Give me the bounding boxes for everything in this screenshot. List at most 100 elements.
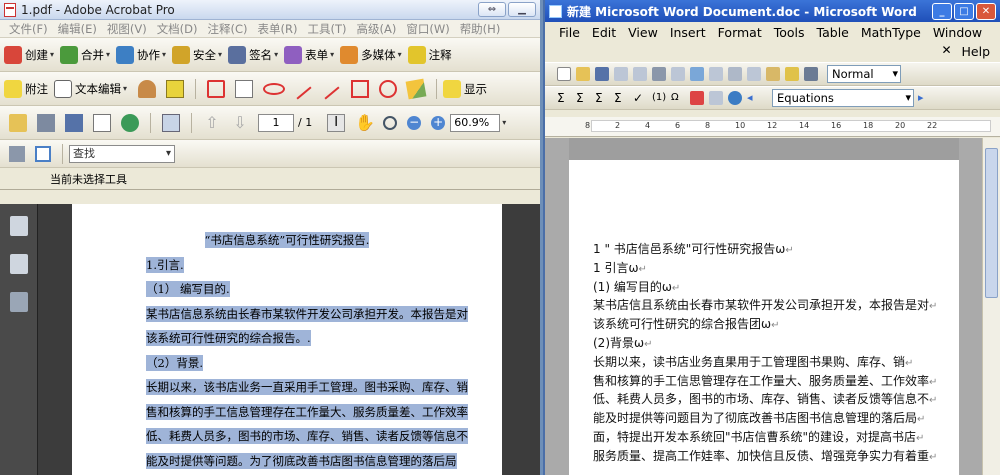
bookmarks-panel-icon[interactable] — [9, 254, 28, 274]
permission-icon[interactable] — [614, 67, 628, 81]
globe-icon[interactable] — [728, 91, 742, 105]
copy-icon[interactable] — [747, 67, 761, 81]
pdf-line[interactable]: 1.引言. — [72, 256, 502, 282]
rectangle-tool-icon[interactable] — [351, 79, 370, 98]
menu-edit[interactable]: Edit — [586, 24, 622, 43]
back-arrow-icon[interactable]: ◂ — [747, 91, 761, 105]
menu-help[interactable]: 帮助(H) — [455, 21, 506, 37]
create-button[interactable]: 创建 ▾ — [4, 45, 54, 64]
save-icon[interactable] — [595, 67, 609, 81]
zoom-level-select[interactable]: 60.9% — [450, 113, 501, 132]
menu-advanced[interactable]: 高级(A) — [352, 21, 402, 37]
paste-icon[interactable] — [766, 67, 780, 81]
minimize-button[interactable]: ▁ — [508, 2, 536, 17]
pdf-line-title[interactable]: “书店信息系统”可行性研究报告. — [72, 232, 502, 257]
select-text-icon[interactable]: I — [327, 113, 346, 132]
maximize-button[interactable]: □ — [954, 2, 974, 20]
note-button[interactable]: 附注 — [4, 79, 48, 98]
arrow-tool-icon[interactable] — [296, 85, 312, 100]
save-icon[interactable] — [65, 113, 83, 132]
scrollbar-thumb[interactable] — [985, 148, 998, 298]
zoom-tool-icon[interactable] — [383, 115, 398, 130]
menu-tools[interactable]: Tools — [768, 24, 811, 43]
pdf-line[interactable]: 能及时提供等问题。为了彻底改善书店图书信息管理的落后局 — [72, 452, 502, 475]
equation-number-icon[interactable]: (1) — [652, 91, 666, 105]
restore-arrows-icon[interactable]: ⇔ — [478, 2, 506, 17]
show-button[interactable]: 显示 — [443, 79, 487, 98]
zoom-out-icon[interactable]: − — [407, 115, 422, 130]
signatures-panel-icon[interactable] — [9, 292, 28, 312]
menu-edit[interactable]: 编辑(E) — [53, 21, 102, 37]
cut-icon[interactable] — [728, 67, 742, 81]
text-edit-button[interactable]: 文本编辑 ▾ — [54, 79, 127, 98]
attach-file-icon[interactable] — [166, 79, 185, 98]
comment-button[interactable]: 注释 — [407, 45, 452, 64]
fit-page-icon[interactable] — [35, 145, 51, 162]
previous-page-icon[interactable]: ⇧ — [203, 113, 221, 132]
menu-tools[interactable]: 工具(T) — [303, 21, 352, 37]
new-document-icon[interactable] — [557, 67, 571, 81]
pdf-line[interactable]: 该系统可行性研究的综合报告。. — [72, 330, 502, 355]
format-painter-icon[interactable] — [785, 67, 799, 81]
menu-comments[interactable]: 注释(C) — [203, 21, 253, 37]
textbox-icon[interactable] — [235, 79, 254, 98]
oval-tool-icon[interactable] — [379, 79, 398, 98]
menu-file[interactable]: 文件(F) — [4, 21, 53, 37]
pdf-line[interactable]: （2）背景. — [72, 354, 502, 380]
menu-window[interactable]: 窗口(W) — [401, 21, 454, 37]
forms-button[interactable]: 表单 ▾ — [284, 45, 334, 64]
print-icon[interactable] — [652, 67, 666, 81]
line-tool-icon[interactable] — [324, 85, 340, 100]
sigma-right-icon[interactable]: Σ — [595, 91, 609, 105]
pdf-line[interactable]: （1） 编写目的. — [72, 281, 502, 306]
menu-forms[interactable]: 表单(R) — [253, 21, 303, 37]
pdf-line[interactable]: 低、耗费人员多，图书的市场、库存、销售、读者反馈等信息不 — [72, 428, 502, 453]
pencil-icon[interactable] — [405, 78, 427, 99]
menu-insert[interactable]: Insert — [664, 24, 712, 43]
sigma-display-icon[interactable]: Σ — [614, 91, 628, 105]
menu-view[interactable]: 视图(V) — [102, 21, 152, 37]
multimedia-button[interactable]: 多媒体 ▾ — [340, 45, 402, 64]
next-page-icon[interactable]: ⇩ — [231, 113, 249, 132]
pdf-line[interactable]: 长期以来，该书店业务一直采用手工管理。图书采购、库存、销 — [72, 379, 502, 404]
menu-help[interactable]: Help — [956, 43, 997, 62]
format-equation-icon[interactable]: Ω — [671, 91, 685, 105]
convert-icon[interactable] — [709, 91, 723, 105]
print-icon-small[interactable] — [9, 145, 25, 162]
spelling-icon[interactable] — [690, 67, 704, 81]
check-icon[interactable]: ✓ — [633, 91, 647, 105]
secure-button[interactable]: 安全 ▾ — [172, 45, 222, 64]
stamp-icon[interactable] — [138, 79, 157, 98]
menu-view[interactable]: View — [622, 24, 664, 43]
toggle-tex-icon[interactable] — [690, 91, 704, 105]
sigma-left-icon[interactable]: Σ — [576, 91, 590, 105]
print-preview-icon[interactable] — [671, 67, 685, 81]
table-icon[interactable] — [804, 67, 818, 81]
style-select[interactable]: Normal — [827, 65, 901, 83]
forward-arrow-icon[interactable]: ▸ — [918, 91, 932, 105]
hand-tool-icon[interactable]: ✋ — [355, 113, 375, 132]
email-icon[interactable] — [633, 67, 647, 81]
merge-button[interactable]: 合并 ▾ — [60, 45, 110, 64]
menu-table[interactable]: Table — [811, 24, 855, 43]
page-number-input[interactable]: 1 — [258, 113, 294, 132]
cloud-icon[interactable] — [263, 82, 286, 95]
close-button[interactable]: ✕ — [976, 2, 996, 20]
pages-panel-icon[interactable] — [9, 216, 28, 236]
sigma-icon[interactable]: Σ — [557, 91, 571, 105]
sign-button[interactable]: 签名 ▾ — [228, 45, 278, 64]
zoom-in-icon[interactable]: + — [431, 115, 446, 130]
find-input[interactable]: 查找 — [69, 144, 175, 163]
research-icon[interactable] — [709, 67, 723, 81]
equations-select[interactable]: Equations — [772, 89, 914, 107]
menu-format[interactable]: Format — [712, 24, 768, 43]
collaborate-button[interactable]: 协作 ▾ — [116, 45, 166, 64]
word-page[interactable]: 1 " 书店信邑系统"可行性研究报告ω↵ 1 引言ω↵ (1) 编写目的ω↵ 某… — [569, 138, 959, 475]
document-close-icon[interactable]: ✕ — [941, 43, 955, 62]
open-icon[interactable] — [576, 67, 590, 81]
open-folder-icon[interactable] — [9, 113, 27, 132]
pdf-line[interactable]: 某书店信息系统由长春市某软件开发公司承担开发。本报告是对 — [72, 305, 502, 331]
menu-window[interactable]: Window — [927, 24, 988, 43]
print-icon[interactable] — [37, 113, 55, 132]
menu-file[interactable]: File — [553, 24, 586, 43]
